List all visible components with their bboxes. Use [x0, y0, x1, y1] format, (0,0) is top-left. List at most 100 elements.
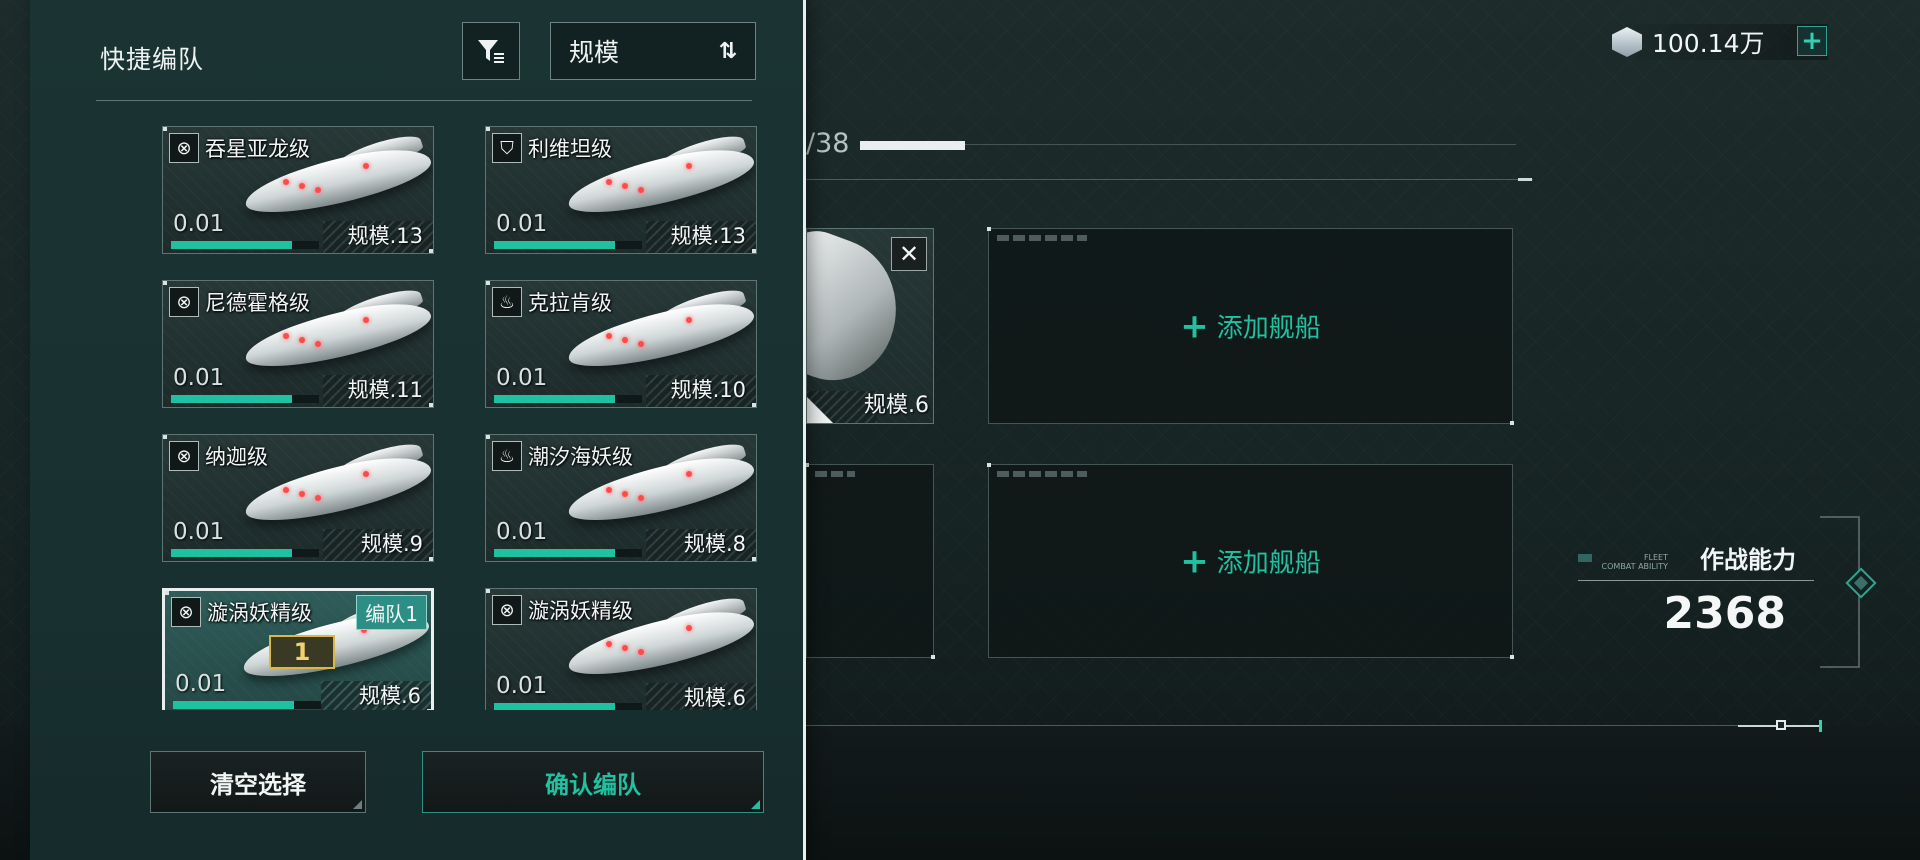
- add-ship-label: 添加舰船: [1216, 548, 1321, 579]
- ship-name: 纳迦级: [205, 445, 268, 469]
- team-badge: 编队1: [356, 595, 427, 630]
- panel-header-rule: [96, 100, 752, 101]
- ship-level: 0.01: [496, 365, 548, 391]
- ship-card[interactable]: ⊗ 纳迦级 0.01 规模.9: [162, 434, 434, 562]
- ship-progress-fill: [173, 701, 295, 709]
- add-resource-button[interactable]: +: [1797, 26, 1827, 56]
- corner-triangle: [807, 397, 833, 423]
- crosshair-icon: ⊗: [169, 287, 199, 317]
- panel-divider: [803, 0, 806, 860]
- slot-ship-scale: 规模.6: [864, 393, 929, 418]
- plus-icon: +: [1180, 306, 1209, 346]
- crosshair-icon: ⊗: [171, 597, 201, 627]
- ship-scale: 规模.13: [347, 224, 423, 248]
- crystal-icon: [1612, 27, 1642, 57]
- ship-name: 克拉肯级: [528, 291, 612, 315]
- ship-scale: 规模.13: [670, 224, 746, 248]
- ship-name: 尼德霍格级: [205, 291, 310, 315]
- remove-ship-button[interactable]: ✕: [891, 237, 927, 271]
- ship-name: 吞星亚龙级: [205, 137, 310, 161]
- formation-top-tick: [1518, 178, 1532, 181]
- ship-progress-bar: [171, 395, 319, 403]
- ship-progress-bar: [494, 241, 642, 249]
- ship-progress-bar: [171, 549, 319, 557]
- resource-value: 100.14万: [1652, 29, 1765, 58]
- sort-order-icon[interactable]: ⇅: [719, 39, 737, 64]
- ship-progress-fill: [171, 395, 293, 403]
- resource-display: 100.14万: [1612, 24, 1828, 60]
- ship-level: 0.01: [496, 519, 548, 545]
- ship-card[interactable]: ⊗ 尼德霍格级 0.01 规模.11: [162, 280, 434, 408]
- formation-slot-empty[interactable]: + 添加舰船: [987, 463, 1514, 659]
- ship-scale: 规模.6: [358, 684, 421, 708]
- filter-button[interactable]: [462, 22, 520, 80]
- ship-card[interactable]: ⊗ 吞星亚龙级 0.01 规模.13: [162, 126, 434, 254]
- ship-card[interactable]: ♨ 潮汐海妖级 0.01 规模.8: [485, 434, 757, 562]
- slider-knob[interactable]: [1776, 720, 1786, 730]
- page-slider[interactable]: [1738, 720, 1822, 732]
- crosshair-icon: ⊗: [492, 595, 522, 625]
- formation-slot-empty[interactable]: [805, 463, 935, 659]
- slot-header-marks: [815, 471, 855, 477]
- ship-card[interactable]: ⊗ 漩涡妖精级 0.01 规模.6: [485, 588, 757, 710]
- fleet-count: /38: [806, 128, 850, 159]
- add-ship-label: 添加舰船: [1216, 313, 1321, 344]
- ship-name: 漩涡妖精级: [207, 601, 312, 625]
- ship-name: 利维坦级: [528, 137, 612, 161]
- add-ship-button[interactable]: + 添加舰船: [989, 543, 1512, 580]
- ship-grid: ⊗ 吞星亚龙级 0.01 规模.13 ⛉ 利维坦级 0.01 规模.13 ⊗ 尼德霍格级 0.01 规…: [30, 118, 803, 710]
- ship-name: 潮汐海妖级: [528, 445, 633, 469]
- slot-header-marks: [997, 471, 1087, 477]
- filter-icon: [478, 40, 504, 63]
- ship-progress-bar: [494, 703, 642, 710]
- formation-slot-ship[interactable]: ✕ 规模.6: [806, 228, 934, 424]
- ship-progress-bar: [494, 395, 642, 403]
- flame-icon: ♨: [492, 441, 522, 471]
- combat-small-label: FLEET COMBAT ABILITY: [1601, 553, 1668, 571]
- ship-card[interactable]: ⛉ 利维坦级 0.01 规模.13: [485, 126, 757, 254]
- ship-card[interactable]: ♨ 克拉肯级 0.01 规模.10: [485, 280, 757, 408]
- ship-level: 0.01: [496, 673, 548, 699]
- sort-dropdown[interactable]: 规模 ⇅: [550, 22, 756, 80]
- shield-icon: ⛉: [492, 133, 522, 163]
- ship-scale: 规模.8: [683, 532, 746, 556]
- slot-header-marks: [997, 235, 1087, 241]
- combat-rule: [1578, 580, 1814, 581]
- crosshair-icon: ⊗: [169, 441, 199, 471]
- ship-progress-fill: [494, 703, 616, 710]
- clear-selection-button[interactable]: 清空选择: [150, 751, 366, 813]
- combat-label: 作战能力: [1700, 546, 1796, 574]
- flame-icon: ♨: [492, 287, 522, 317]
- order-badge: 1: [269, 635, 335, 669]
- ship-progress-bar: [173, 701, 321, 709]
- ship-card[interactable]: ⊗ 漩涡妖精级 0.01 规模.6 编队1 1: [162, 588, 434, 710]
- ship-name: 漩涡妖精级: [528, 599, 633, 623]
- bottom-divider: [800, 725, 1820, 726]
- ship-scale: 规模.9: [360, 532, 423, 556]
- combat-ability-panel: FLEET COMBAT ABILITY 作战能力 2368: [1578, 540, 1820, 660]
- ship-scale: 规模.10: [670, 378, 746, 402]
- ship-level: 0.01: [175, 671, 227, 697]
- formation-top-rule: [806, 179, 1533, 180]
- ship-progress-fill: [171, 549, 293, 557]
- ship-progress-fill: [494, 241, 616, 249]
- ship-level: 0.01: [173, 365, 225, 391]
- plus-icon: +: [1180, 541, 1209, 581]
- panel-title: 快捷编队: [100, 45, 205, 74]
- ship-level: 0.01: [173, 211, 225, 237]
- ship-progress-fill: [171, 241, 293, 249]
- sort-label: 规模: [569, 38, 620, 67]
- ship-progress-fill: [494, 549, 616, 557]
- ship-progress-bar: [171, 241, 319, 249]
- ship-level: 0.01: [173, 519, 225, 545]
- ship-scale: 规模.11: [347, 378, 423, 402]
- ship-progress-bar: [494, 549, 642, 557]
- confirm-formation-button[interactable]: 确认编队: [422, 751, 764, 813]
- combat-value: 2368: [1663, 588, 1786, 639]
- ship-scale: 规模.6: [683, 686, 746, 710]
- formation-slot-empty[interactable]: + 添加舰船: [987, 227, 1514, 425]
- crosshair-icon: ⊗: [169, 133, 199, 163]
- add-ship-button[interactable]: + 添加舰船: [989, 308, 1512, 345]
- ship-level: 0.01: [496, 211, 548, 237]
- ship-progress-fill: [494, 395, 616, 403]
